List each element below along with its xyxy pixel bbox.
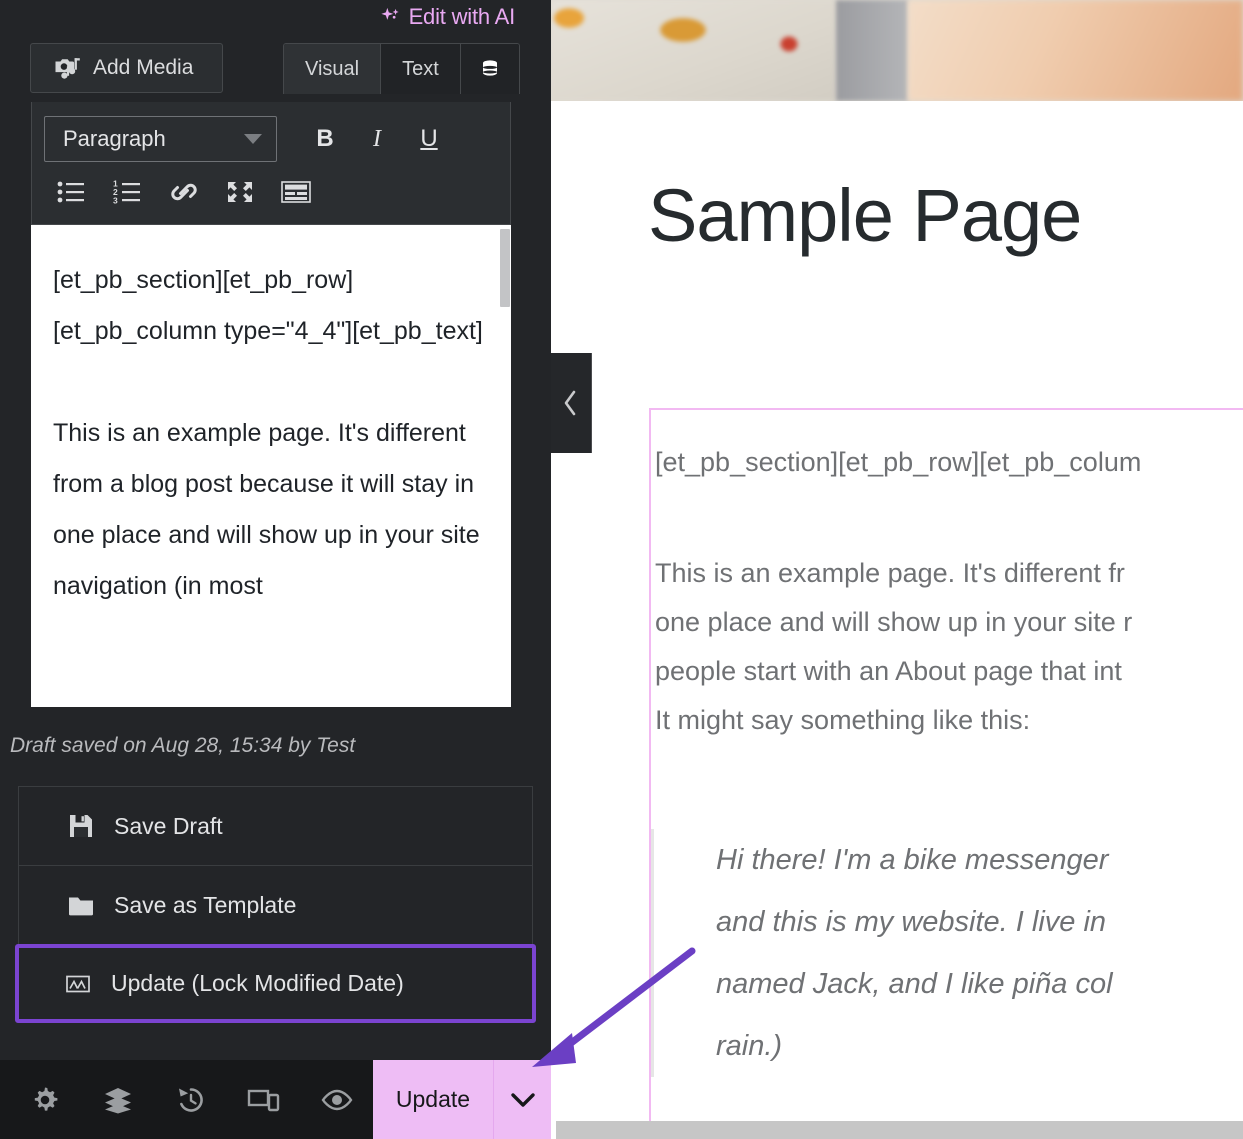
- underline-button[interactable]: U: [403, 116, 455, 162]
- tab-text-label: Text: [402, 57, 439, 80]
- hero-image-right: [908, 0, 1243, 101]
- caret-down-icon: [244, 134, 262, 144]
- layers-button[interactable]: [81, 1060, 154, 1139]
- lock-date-icon: [66, 975, 90, 992]
- preview-shortcode-line: [et_pb_section][et_pb_row][et_pb_colum: [655, 447, 1142, 477]
- preview-blockquote: Hi there! I'm a bike messenger and this …: [651, 829, 1243, 1077]
- svg-text:3: 3: [113, 195, 118, 205]
- update-lock-modified-date-button[interactable]: Update (Lock Modified Date): [15, 944, 536, 1023]
- save-draft-button[interactable]: Save Draft: [18, 786, 533, 865]
- update-lock-modified-date-label: Update (Lock Modified Date): [111, 970, 404, 996]
- preview-bottom-strip: [556, 1121, 1243, 1139]
- save-draft-label: Save Draft: [114, 812, 223, 839]
- save-as-template-label: Save as Template: [114, 891, 297, 918]
- hero-image-middle: [836, 0, 908, 101]
- database-stack-icon: [482, 60, 497, 76]
- edit-with-ai-label: Edit with AI: [408, 3, 516, 29]
- preview-quote-line: rain.): [716, 1030, 783, 1062]
- sparkle-icon: [380, 7, 399, 20]
- editor-paragraph-text: This is an example page. It's different …: [53, 419, 480, 600]
- floppy-disk-icon: [70, 815, 92, 837]
- fullscreen-icon: [228, 182, 252, 202]
- underline-label: U: [420, 125, 438, 152]
- hero-image-left: [551, 0, 836, 101]
- tab-database[interactable]: [460, 44, 519, 94]
- add-media-button[interactable]: Add Media: [30, 43, 223, 93]
- revision-history-button[interactable]: [154, 1060, 227, 1139]
- preview-paragraph-line: one place and will show up in your site …: [655, 607, 1133, 637]
- responsive-preview-button[interactable]: [227, 1060, 300, 1139]
- layers-icon: [104, 1087, 131, 1113]
- chevron-left-icon: [564, 390, 576, 416]
- add-media-label: Add Media: [93, 56, 194, 79]
- editor-content-textarea[interactable]: [et_pb_section][et_pb_row][et_pb_column …: [31, 225, 511, 707]
- edit-with-ai-button[interactable]: Edit with AI: [380, 4, 515, 30]
- folder-icon: [69, 897, 93, 916]
- editor-mode-tabs: Visual Text: [283, 43, 520, 94]
- bold-label: B: [316, 125, 334, 152]
- preview-paragraph-line: people start with an About page that int: [655, 656, 1122, 686]
- preview-body: Sample Page: [551, 173, 1243, 258]
- settings-button[interactable]: [8, 1060, 81, 1139]
- page-preview-pane: Sample Page [et_pb_section][et_pb_row][e…: [551, 0, 1243, 1139]
- preview-quote-line: named Jack, and I like piña col: [716, 968, 1113, 1000]
- preview-button[interactable]: [300, 1060, 373, 1139]
- link-icon: [171, 183, 197, 201]
- keyboard-toolbar-button[interactable]: [268, 170, 324, 214]
- paragraph-format-select[interactable]: Paragraph: [44, 116, 277, 162]
- hero-image-strip: [551, 0, 1243, 101]
- bottom-toolbar-icons: [0, 1060, 373, 1139]
- preview-paragraph: This is an example page. It's different …: [651, 549, 1243, 745]
- update-dropdown-toggle[interactable]: [493, 1060, 551, 1139]
- media-and-tabs-row: Add Media Visual Text: [0, 43, 551, 102]
- edit-with-ai-row: Edit with AI: [0, 0, 551, 33]
- keyboard-toolbar-icon: [281, 181, 311, 203]
- eye-preview-icon: [321, 1089, 352, 1110]
- preview-paragraph-line: This is an example page. It's different …: [655, 558, 1125, 588]
- paragraph-format-value: Paragraph: [63, 126, 166, 151]
- update-button[interactable]: Update: [373, 1060, 551, 1139]
- divi-editor-panel: Edit with AI Add Media Visual Text Parag…: [0, 0, 551, 1139]
- italic-button[interactable]: I: [351, 116, 403, 162]
- formatting-row-secondary: 1 2 3: [32, 162, 510, 214]
- responsive-devices-icon: [247, 1089, 279, 1111]
- tab-visual-label: Visual: [305, 57, 360, 80]
- preview-paragraph-line: It might say something like this:: [655, 705, 1031, 735]
- save-actions-list: Save Draft Save as Template Update (Lock…: [0, 786, 551, 1023]
- tab-text[interactable]: Text: [381, 44, 461, 94]
- chevron-down-icon: [510, 1092, 535, 1107]
- bullet-list-icon: [57, 181, 84, 203]
- page-title: Sample Page: [648, 174, 1082, 257]
- editor-scrollbar-thumb[interactable]: [500, 229, 510, 307]
- preview-quote-line: and this is my website. I live in: [716, 906, 1107, 938]
- formatting-toolbar: Paragraph B I U 1 2 3: [31, 102, 511, 225]
- preview-content-block[interactable]: [et_pb_section][et_pb_row][et_pb_colum T…: [649, 408, 1243, 1139]
- italic-label: I: [373, 125, 381, 152]
- update-button-label: Update: [395, 1086, 471, 1112]
- numbered-list-button[interactable]: 1 2 3: [100, 170, 156, 214]
- formatting-row-primary: Paragraph B I U: [32, 116, 510, 162]
- bold-button[interactable]: B: [299, 116, 351, 162]
- numbered-list-icon: 1 2 3: [113, 179, 140, 205]
- history-icon: [178, 1087, 203, 1112]
- bullet-list-button[interactable]: [44, 170, 100, 214]
- tab-visual[interactable]: Visual: [284, 44, 382, 94]
- insert-link-button[interactable]: [156, 170, 212, 214]
- preview-quote-line: Hi there! I'm a bike messenger: [716, 844, 1109, 876]
- media-camera-music-icon: [55, 58, 80, 79]
- draft-saved-note: Draft saved on Aug 28, 15:34 by Test: [10, 734, 356, 757]
- editor-shortcode-text: [et_pb_section][et_pb_row][et_pb_column …: [53, 266, 483, 345]
- gear-icon: [34, 1087, 57, 1111]
- editor-bottom-toolbar: Update: [0, 1060, 551, 1139]
- editor-scrollbar-track[interactable]: [500, 225, 511, 707]
- fullscreen-button[interactable]: [212, 170, 268, 214]
- save-as-template-button[interactable]: Save as Template: [18, 865, 533, 944]
- collapse-panel-toggle[interactable]: [551, 353, 592, 453]
